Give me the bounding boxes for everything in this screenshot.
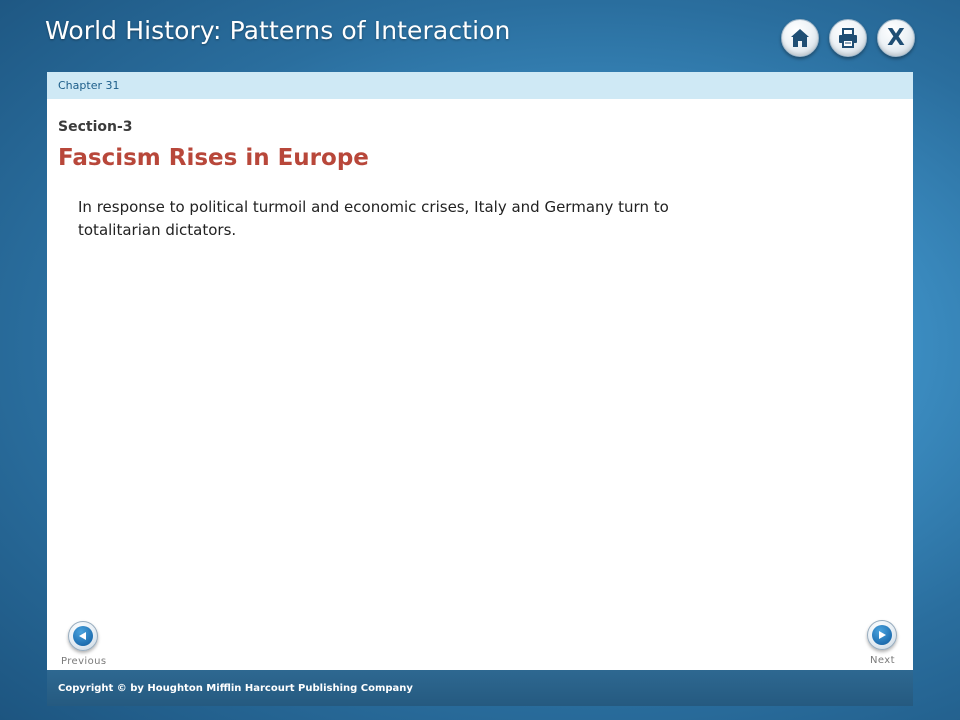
section-title: Fascism Rises in Europe [58, 145, 369, 171]
triangle-left-icon [79, 632, 86, 640]
previous-icon-bg [73, 626, 93, 646]
next-button[interactable] [867, 620, 897, 650]
body-text: In response to political turmoil and eco… [78, 198, 669, 239]
previous-label: Previous [61, 656, 107, 667]
toolbar: X [781, 19, 915, 57]
footer-bar: Copyright © by Houghton Mifflin Harcourt… [47, 670, 913, 706]
chapter-bar: Chapter 31 [47, 72, 913, 99]
next-icon-bg [872, 625, 892, 645]
print-button[interactable] [829, 19, 867, 57]
close-icon: X [887, 24, 905, 51]
app-title: World History: Patterns of Interaction [45, 16, 511, 45]
next-label: Next [870, 655, 895, 666]
content-frame: Chapter 31 Section-3 Fascism Rises in Eu… [47, 72, 913, 670]
print-icon [839, 28, 857, 48]
home-button[interactable] [781, 19, 819, 57]
triangle-right-icon [879, 631, 886, 639]
home-icon [791, 29, 809, 47]
close-button[interactable]: X [877, 19, 915, 57]
chapter-label: Chapter 31 [58, 79, 120, 92]
section-label: Section-3 [58, 119, 133, 135]
copyright-text: Copyright © by Houghton Mifflin Harcourt… [58, 682, 413, 694]
previous-button[interactable] [68, 621, 98, 651]
